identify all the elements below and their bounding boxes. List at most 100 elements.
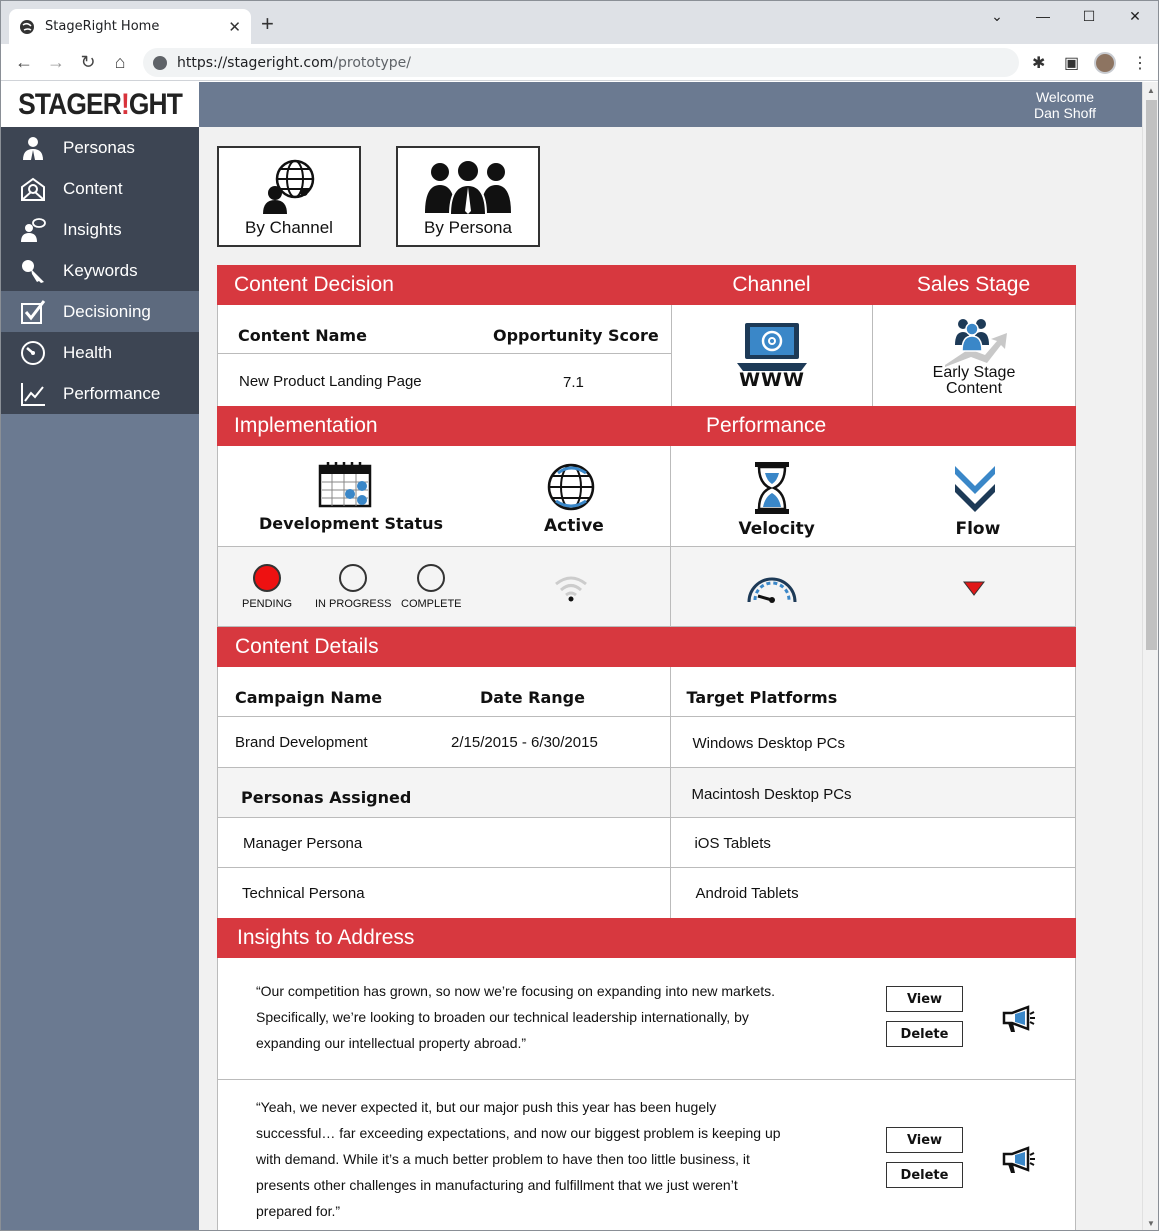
browser-menu-icon[interactable]: ⋮ (1132, 53, 1148, 73)
performance-indicators-cell (671, 547, 1075, 626)
scroll-down-icon[interactable]: ▼ (1147, 1219, 1155, 1228)
double-chevron-down-icon (955, 466, 996, 512)
development-status-label: Development Status (259, 514, 444, 533)
view-toggle-buttons: By Channel By Persona (217, 146, 1077, 247)
content-name-value: New Product Landing Page (239, 373, 422, 390)
sidebar-item-personas[interactable]: Personas (1, 127, 199, 168)
envelope-icon (19, 175, 47, 203)
implementation-icons-cell: Development Status Active (218, 446, 672, 546)
sidebar-item-keywords[interactable]: Keywords (1, 250, 199, 291)
implementation-status-row: PENDING IN PROGRESS COMPLETE (217, 547, 1076, 627)
team-growth-icon (945, 318, 1007, 367)
home-icon[interactable]: ⌂ (109, 52, 131, 72)
minimize-icon[interactable]: — (1020, 1, 1066, 31)
content-decision-header: Content Decision Channel Sales Stage (217, 265, 1076, 305)
personas-assigned-label: Personas Assigned (241, 788, 412, 807)
page-scrollbar[interactable]: ▲ ▼ (1142, 82, 1158, 1230)
campaign-info-cell: Campaign Name Date Range Brand Developme… (218, 667, 672, 918)
content-details-title: Content Details (235, 635, 379, 658)
browser-tab[interactable]: StageRight Home ✕ (9, 9, 251, 44)
stageright-logo[interactable]: STAGER!GHT (1, 82, 199, 127)
hourglass-icon (755, 462, 790, 514)
site-info-icon[interactable] (153, 55, 167, 70)
key-icon (19, 257, 47, 285)
close-tab-icon[interactable]: ✕ (228, 18, 241, 36)
content-details-panel: Content Details Campaign Name Date Range… (217, 627, 1076, 918)
address-bar-row: ← → ↻ ⌂ https://stageright.com/prototype… (1, 44, 1158, 81)
status-complete[interactable]: COMPLETE (401, 564, 462, 610)
sidebar-item-label: Content (63, 178, 123, 198)
delete-button[interactable]: Delete (886, 1021, 963, 1047)
channel-title: Channel (732, 273, 811, 296)
by-persona-button[interactable]: By Persona (396, 146, 540, 247)
profile-avatar[interactable] (1094, 52, 1116, 74)
persona-item: Technical Persona (242, 885, 365, 902)
maximize-icon[interactable]: ☐ (1066, 1, 1112, 31)
channel-value: WWW (739, 368, 805, 391)
insight-card: “Yeah, we never expected it, but our maj… (217, 1080, 1076, 1230)
sidebar-item-content[interactable]: Content (1, 168, 199, 209)
scrollbar-thumb[interactable] (1146, 100, 1157, 650)
status-pending[interactable]: PENDING (242, 564, 292, 610)
new-tab-icon[interactable]: + (261, 13, 274, 35)
target-platforms-label: Target Platforms (686, 688, 838, 707)
forward-icon[interactable]: → (45, 52, 67, 72)
insights-title: Insights to Address (237, 926, 415, 949)
reload-icon[interactable]: ↻ (77, 52, 99, 72)
people-group-icon (425, 159, 511, 215)
target-platforms-cell: Target Platforms Windows Desktop PCs Mac… (671, 667, 1075, 918)
performance-icons-cell: Velocity Flow (671, 446, 1075, 546)
user-name: Dan Shoff (1033, 105, 1096, 121)
sidebar-item-decisioning[interactable]: Decisioning (1, 291, 199, 332)
sales-stage-title: Sales Stage (916, 273, 1031, 296)
opportunity-score-value: 7.1 (563, 374, 584, 391)
content-details-header: Content Details (217, 627, 1076, 667)
performance-title: Performance (706, 414, 827, 437)
window-controls: ⌄ — ☐ ✕ (974, 1, 1158, 33)
sidebar-item-insights[interactable]: Insights (1, 209, 199, 250)
sidebar-item-label: Health (63, 342, 113, 362)
red-triangle-down-icon (963, 581, 986, 596)
by-channel-button[interactable]: By Channel (217, 146, 361, 247)
sidebar-item-label: Performance (63, 383, 161, 403)
sales-stage-line2: Content (945, 379, 1003, 397)
sales-stage-line1: Early Stage (932, 363, 1016, 381)
back-icon[interactable]: ← (13, 52, 35, 72)
delete-button[interactable]: Delete (886, 1162, 963, 1188)
sales-stage-cell[interactable]: Early Stage Content (873, 305, 1075, 406)
sidebar-item-label: Decisioning (63, 301, 151, 321)
close-window-icon[interactable]: ✕ (1112, 1, 1158, 31)
insights-panel: Insights to Address “Our competition has… (217, 918, 1076, 1230)
view-button[interactable]: View (886, 986, 963, 1012)
top-header-bar: Welcome Dan Shoff (199, 82, 1142, 127)
platform-item: Android Tablets (695, 885, 799, 902)
sidebar-menu: Personas Content Insights Keywords Decis… (1, 127, 199, 414)
extensions-puzzle-icon[interactable]: ✱ (1032, 53, 1045, 73)
content-info-cell: Content Name Opportunity Score New Produ… (218, 305, 672, 406)
persona-item: Manager Persona (243, 835, 363, 852)
sidebar-item-performance[interactable]: Performance (1, 373, 199, 414)
velocity-label: Velocity (738, 519, 815, 539)
globe-favicon-icon (20, 19, 34, 34)
chart-line-icon (19, 380, 47, 408)
status-in-progress[interactable]: IN PROGRESS (315, 564, 391, 610)
url-field[interactable]: https://stageright.com/prototype/ (143, 48, 1019, 77)
tab-search-chevron-icon[interactable]: ⌄ (974, 1, 1020, 31)
implementation-icons-row: Development Status Active Velocity Flow (217, 446, 1076, 547)
channel-cell[interactable]: WWW (672, 305, 873, 406)
campaign-name-value: Brand Development (235, 734, 368, 751)
browser-tab-bar: StageRight Home ✕ + ⌄ — ☐ ✕ (1, 1, 1158, 44)
status-complete-label: COMPLETE (401, 598, 462, 610)
status-pending-indicator (253, 564, 282, 592)
megaphone-icon[interactable] (1002, 1005, 1036, 1033)
view-button[interactable]: View (886, 1127, 963, 1153)
wifi-signal-icon (555, 576, 587, 602)
scroll-up-icon[interactable]: ▲ (1147, 86, 1155, 95)
by-persona-label: By Persona (424, 218, 512, 237)
speech-user-icon (19, 216, 47, 244)
side-panel-icon[interactable]: ▣ (1064, 53, 1079, 73)
globe-user-icon (263, 159, 315, 214)
sidebar-item-health[interactable]: Health (1, 332, 199, 373)
status-in-progress-indicator (339, 564, 368, 592)
megaphone-icon[interactable] (1002, 1146, 1036, 1174)
